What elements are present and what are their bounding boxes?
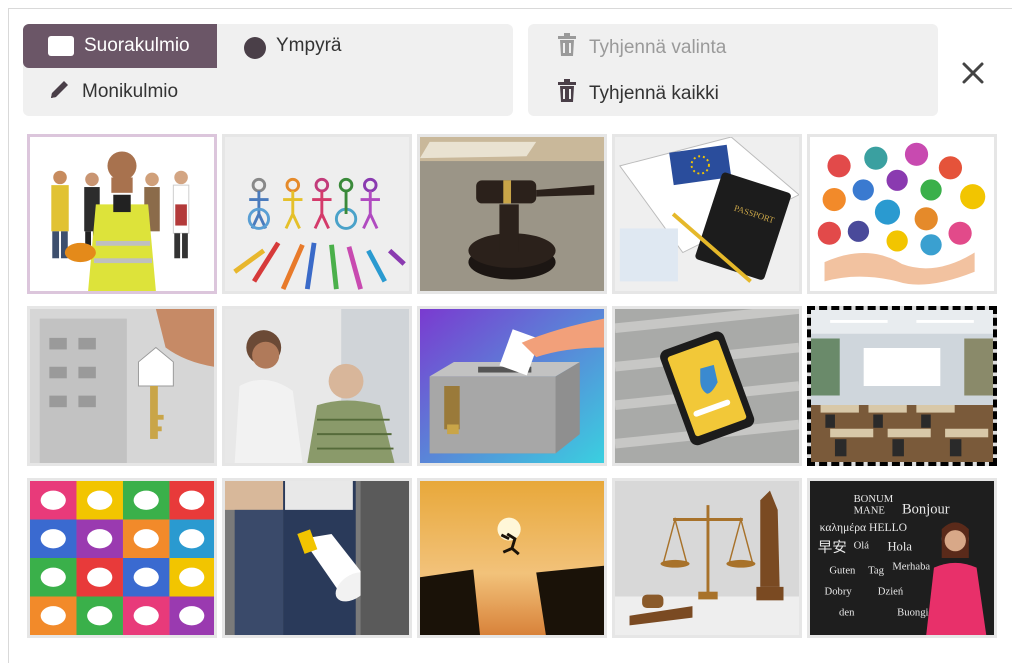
- rectangle-tool-button[interactable]: Suorakulmio: [23, 24, 217, 68]
- clear-selection-label: Tyhjennä valinta: [589, 37, 727, 58]
- image-tile-passport[interactable]: PASSPORT: [612, 134, 802, 294]
- svg-text:BONUM: BONUM: [854, 494, 894, 505]
- rectangle-tool-label: Suorakulmio: [84, 35, 190, 56]
- close-button[interactable]: [956, 56, 990, 90]
- image-tile-judge-gavel[interactable]: [417, 134, 607, 294]
- svg-text:Dobry: Dobry: [825, 587, 853, 598]
- svg-text:den: den: [839, 608, 855, 619]
- circle-tool-button[interactable]: Ympyrä: [219, 24, 363, 68]
- svg-text:Merhaba: Merhaba: [892, 562, 930, 573]
- trash-icon: [556, 33, 578, 63]
- clear-toolbar: Tyhjennä valinta Tyhjennä kaikki: [528, 24, 938, 116]
- image-tile-languages-blackboard[interactable]: BONUM MANE Bonjour καλημέρα HELLO 早安 Olá Ho…: [807, 478, 997, 638]
- image-tile-workers[interactable]: [27, 134, 217, 294]
- image-tile-phone-security[interactable]: [612, 306, 802, 466]
- clear-all-button[interactable]: Tyhjennä kaikki: [556, 79, 719, 109]
- image-tile-house-key[interactable]: [27, 306, 217, 466]
- circle-tool-label: Ympyrä: [276, 35, 342, 56]
- polygon-tool-button[interactable]: Monikulmio: [23, 70, 200, 114]
- svg-text:Guten: Guten: [829, 565, 856, 576]
- trash-icon: [556, 79, 578, 109]
- svg-text:Tag: Tag: [868, 565, 884, 576]
- shape-toolbar: Suorakulmio Ympyrä Monikulmio: [23, 24, 513, 116]
- image-tile-protest-megaphone[interactable]: [222, 478, 412, 638]
- pencil-icon: [48, 77, 72, 107]
- polygon-tool-label: Monikulmio: [82, 81, 179, 102]
- image-tile-speech-bubbles[interactable]: [27, 478, 217, 638]
- svg-text:Dzień: Dzień: [878, 587, 904, 598]
- rectangle-icon: [48, 36, 74, 56]
- svg-text:Hola: Hola: [887, 539, 912, 553]
- image-tile-justice-scales[interactable]: [612, 478, 802, 638]
- circle-icon: [244, 37, 266, 59]
- svg-text:Olá: Olá: [854, 540, 870, 551]
- image-tile-ballot-box[interactable]: [417, 306, 607, 466]
- image-tile-caregiver-elderly[interactable]: [222, 306, 412, 466]
- svg-text:早安: 早安: [818, 539, 847, 556]
- image-tile-religion-symbols[interactable]: [807, 134, 997, 294]
- image-tile-children-drawing[interactable]: [222, 134, 412, 294]
- close-icon: [962, 62, 984, 84]
- image-tile-leap-sunset[interactable]: [417, 478, 607, 638]
- svg-text:καλημέρα HELLO: καλημέρα HELLO: [820, 521, 907, 534]
- clear-selection-button[interactable]: Tyhjennä valinta: [556, 33, 726, 63]
- svg-text:MANE: MANE: [854, 506, 885, 517]
- svg-text:Bonjour: Bonjour: [902, 502, 950, 518]
- clear-all-label: Tyhjennä kaikki: [589, 83, 719, 104]
- image-tile-classroom[interactable]: [807, 306, 997, 466]
